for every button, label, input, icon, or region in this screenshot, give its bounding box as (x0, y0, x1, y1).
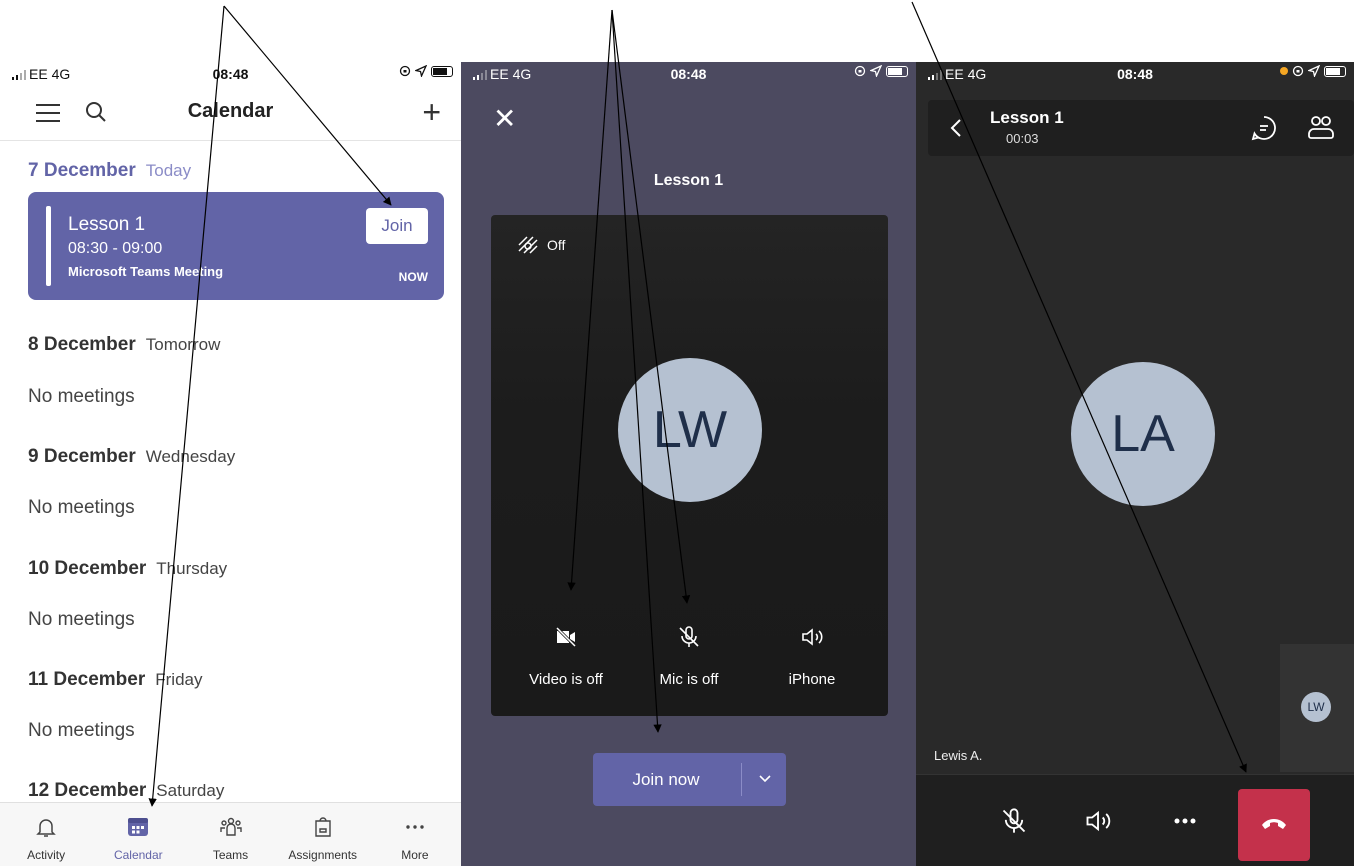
status-time: 08:48 (670, 66, 707, 82)
tab-calendar[interactable]: Calendar (92, 803, 184, 866)
tab-label: Assignments (288, 848, 358, 862)
self-view-tile[interactable]: LW (1280, 644, 1354, 772)
video-status-label: Video is off (529, 671, 603, 688)
call-header: Lesson 1 00:03 (928, 100, 1354, 156)
tab-activity[interactable]: Activity (0, 803, 92, 866)
now-badge: NOW (398, 270, 428, 284)
status-bar: EE 4G 08:48 (0, 62, 461, 86)
location-icon (415, 65, 427, 77)
join-button[interactable]: Join (366, 208, 428, 244)
tab-label: Teams (212, 848, 249, 862)
call-timer: 00:03 (1006, 131, 1039, 146)
background-effects-toggle[interactable]: Off (517, 235, 565, 255)
meeting-card[interactable]: Lesson 1 08:30 - 09:00 Microsoft Teams M… (28, 192, 444, 300)
video-toggle[interactable]: Video is off (511, 625, 621, 688)
calendar-icon (128, 818, 149, 836)
chevron-left-icon[interactable] (950, 118, 962, 138)
day-heading: 10 December Thursday (28, 558, 228, 579)
bell-icon (36, 819, 56, 837)
rotation-lock-icon (1292, 65, 1304, 77)
calendar-header: Calendar + (0, 92, 461, 132)
page-title: Calendar (187, 100, 274, 122)
speaker-icon[interactable] (1084, 807, 1112, 835)
speaker-icon (802, 628, 823, 646)
status-time: 08:48 (212, 66, 249, 82)
audio-output-toggle[interactable]: iPhone (757, 625, 867, 688)
battery-icon (886, 65, 908, 77)
meeting-accent-bar (46, 206, 51, 286)
day-heading: 9 December Wednesday (28, 446, 236, 467)
day-heading-today: 7 December Today (28, 160, 192, 181)
mic-off-icon[interactable] (1000, 807, 1028, 835)
more-icon (406, 825, 424, 829)
day-heading: 11 December Friday (28, 669, 203, 690)
chevron-down-icon[interactable] (758, 773, 772, 783)
day-heading: 8 December Tomorrow (28, 334, 221, 355)
self-avatar: LW (1301, 692, 1331, 722)
hang-up-button[interactable] (1238, 789, 1310, 861)
location-icon (870, 65, 882, 77)
join-now-label: Join now (632, 770, 700, 789)
status-bar: EE 4G 08:48 (461, 62, 916, 86)
mic-toggle[interactable]: Mic is off (634, 625, 744, 688)
calendar-screen: EE 4G 08:48 Calendar + 7 December Today L… (0, 62, 461, 866)
participants-icon[interactable] (1306, 112, 1336, 142)
tab-assignments[interactable]: Assignments (277, 803, 369, 866)
background-effects-icon (518, 236, 538, 254)
rotation-lock-icon (399, 65, 411, 77)
add-event-button[interactable]: + (422, 94, 441, 131)
tab-label: Activity (27, 848, 66, 862)
chat-icon[interactable] (1250, 114, 1278, 142)
no-meetings-text: No meetings (28, 386, 135, 407)
status-icons (1280, 65, 1346, 77)
battery-icon (431, 65, 453, 77)
meeting-title: Lesson 1 (653, 172, 724, 189)
participant-name: Lewis A. (934, 748, 983, 763)
avatar: LW (618, 358, 762, 502)
meeting-subtitle: Microsoft Teams Meeting (68, 264, 224, 279)
status-bar: EE 4G 08:48 (916, 62, 1354, 86)
teams-icon (219, 817, 242, 836)
meeting-title: Lesson 1 (68, 214, 146, 235)
mic-status-label: Mic is off (659, 671, 719, 688)
tab-label: More (401, 848, 429, 862)
assignments-icon (315, 817, 331, 837)
meeting-time: 08:30 - 09:00 (68, 240, 163, 257)
tab-bar: Activity Calendar Teams Assignments More (0, 802, 461, 866)
background-effects-label: Off (547, 237, 566, 253)
call-title: Lesson 1 (990, 108, 1064, 127)
tab-more[interactable]: More (369, 803, 461, 866)
join-now-button[interactable]: Join now (593, 753, 786, 806)
call-controls (916, 774, 1354, 866)
recording-dot-icon (1280, 67, 1288, 75)
divider (0, 140, 461, 141)
video-off-icon (555, 626, 577, 648)
status-icons (399, 65, 453, 77)
battery-icon (1324, 65, 1346, 77)
video-preview: Off LW Video is off Mic is off iPhone (491, 215, 888, 716)
no-meetings-text: No meetings (28, 720, 135, 741)
rotation-lock-icon (854, 65, 866, 77)
day-heading: 12 December Saturday (28, 780, 225, 801)
audio-output-label: iPhone (788, 671, 836, 688)
button-divider (741, 763, 742, 796)
close-icon[interactable]: ✕ (493, 102, 516, 135)
mic-off-icon (679, 626, 699, 647)
more-icon[interactable] (1172, 807, 1198, 835)
prejoin-screen: EE 4G 08:48 ✕ Lesson 1 Off LW Video is o… (461, 62, 916, 866)
tab-teams[interactable]: Teams (184, 803, 276, 866)
participant-avatar: LA (1071, 362, 1215, 506)
no-meetings-text: No meetings (28, 497, 135, 518)
location-icon (1308, 65, 1320, 77)
status-icons (854, 65, 908, 77)
call-screen: EE 4G 08:48 Lesson 1 00:03 LA LW Lewis A… (916, 62, 1354, 866)
no-meetings-text: No meetings (28, 609, 135, 630)
tab-label: Calendar (113, 848, 163, 862)
hang-up-icon (1262, 819, 1286, 829)
